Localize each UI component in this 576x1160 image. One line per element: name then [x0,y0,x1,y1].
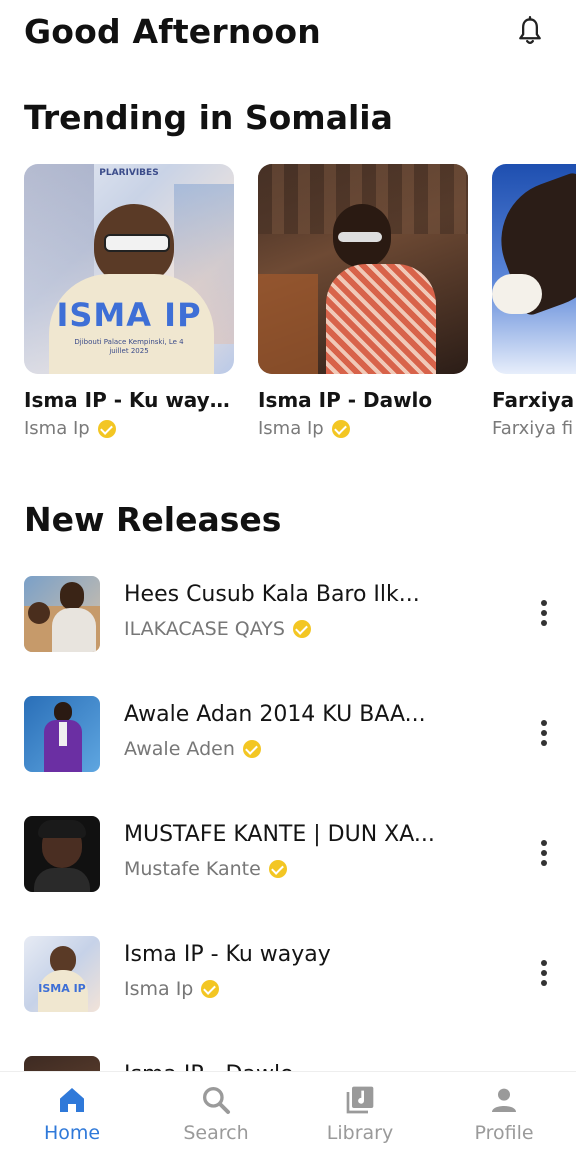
tab-search[interactable]: Search [144,1084,288,1144]
tab-label: Profile [474,1122,534,1144]
trending-title[interactable]: Isma IP - Dawlo [258,388,468,412]
trending-section-title: Trending in Somalia [24,98,393,137]
artist-name: Awale Aden [124,738,235,760]
tab-profile[interactable]: Profile [432,1084,576,1144]
bottom-tab-bar: Home Search Library Profile [0,1071,576,1160]
greeting-title: Good Afternoon [24,12,321,51]
track-title: MUSTAFE KANTE | DUN XA... [124,822,435,847]
trending-carousel[interactable]: PLARIVIBES ISMA IP Djibouti Palace Kempi… [24,164,576,454]
tab-label: Library [326,1122,394,1144]
artist-name: Isma Ip [24,418,90,439]
search-icon [203,1087,230,1114]
verified-badge-icon [201,980,220,998]
artist-name: Isma Ip [124,978,194,1000]
more-options-icon[interactable] [536,720,552,748]
track-thumbnail[interactable] [24,576,100,652]
new-releases-section-title: New Releases [24,500,282,539]
cover-top-label: PLARIVIBES [99,168,159,178]
trending-artist[interactable]: Farxiya fi [492,418,576,439]
artist-name: Farxiya fi [492,418,574,439]
track-artist: Awale Aden [124,738,261,760]
more-options-icon[interactable] [536,600,552,628]
cover-artist-text: ISMA IP [56,296,202,334]
trending-artist[interactable]: Isma Ip [258,418,468,439]
tab-library[interactable]: Library [288,1084,432,1144]
track-title: Awale Adan 2014 KU BAA... [124,702,426,727]
list-item[interactable]: Awale Adan 2014 KU BAA... Awale Aden [24,696,552,772]
trending-card[interactable]: PLARIVIBES ISMA IP Djibouti Palace Kempi… [24,164,234,439]
track-title: Hees Cusub Kala Baro Ilk... [124,582,420,607]
list-item[interactable]: ISMA IP Isma IP - Ku wayay Isma Ip [24,936,552,1012]
artist-name: ILAKACASE QAYS [124,618,285,640]
tab-label: Search [183,1122,249,1144]
trending-artist[interactable]: Isma Ip [24,418,234,439]
track-artist: Mustafe Kante [124,858,287,880]
more-options-icon[interactable] [536,960,552,988]
verified-badge-icon [242,740,261,758]
artist-name: Isma Ip [258,418,324,439]
cover-subtitle: Djibouti Palace Kempinski, Le 4 juillet … [74,338,184,355]
trending-title[interactable]: Farxiya [492,388,576,412]
track-artist: ILAKACASE QAYS [124,618,311,640]
track-artist: Isma Ip [124,978,220,1000]
list-item[interactable]: Hees Cusub Kala Baro Ilk... ILAKACASE QA… [24,576,552,652]
profile-icon [492,1088,516,1112]
track-title: Isma IP - Ku wayay [124,942,331,967]
album-cover[interactable] [258,164,468,374]
bell-icon[interactable] [516,16,544,48]
artist-name: Mustafe Kante [124,858,261,880]
verified-badge-icon [331,419,350,438]
track-thumbnail[interactable]: ISMA IP [24,936,100,1012]
trending-card[interactable]: Isma IP - Dawlo Isma Ip [258,164,468,439]
verified-badge-icon [292,620,311,638]
track-thumbnail[interactable] [24,816,100,892]
album-cover[interactable] [492,164,576,374]
header: Good Afternoon [24,10,552,58]
trending-title[interactable]: Isma IP - Ku wayay [24,388,234,412]
verified-badge-icon [268,860,287,878]
trending-card[interactable]: Farxiya Farxiya fi [492,164,576,439]
list-item[interactable]: MUSTAFE KANTE | DUN XA... Mustafe Kante [24,816,552,892]
library-icon [346,1086,374,1114]
tab-home[interactable]: Home [0,1084,144,1144]
track-thumbnail[interactable] [24,696,100,772]
tab-label: Home [43,1122,101,1144]
home-icon [60,1088,84,1112]
more-options-icon[interactable] [536,840,552,868]
verified-badge-icon [97,419,116,438]
thumb-cover-text: ISMA IP [38,982,86,995]
album-cover[interactable]: PLARIVIBES ISMA IP Djibouti Palace Kempi… [24,164,234,374]
